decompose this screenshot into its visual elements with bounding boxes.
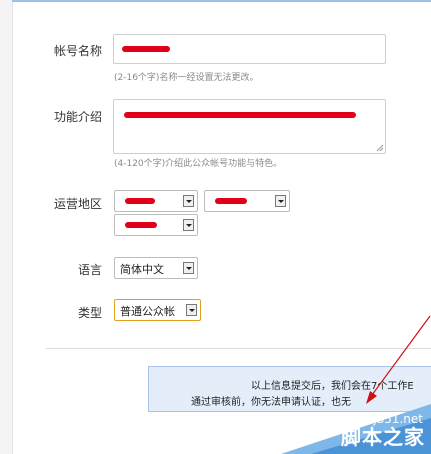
- watermark-name: 脚本之家: [341, 425, 425, 449]
- annotation-arrow-icon: [366, 315, 431, 404]
